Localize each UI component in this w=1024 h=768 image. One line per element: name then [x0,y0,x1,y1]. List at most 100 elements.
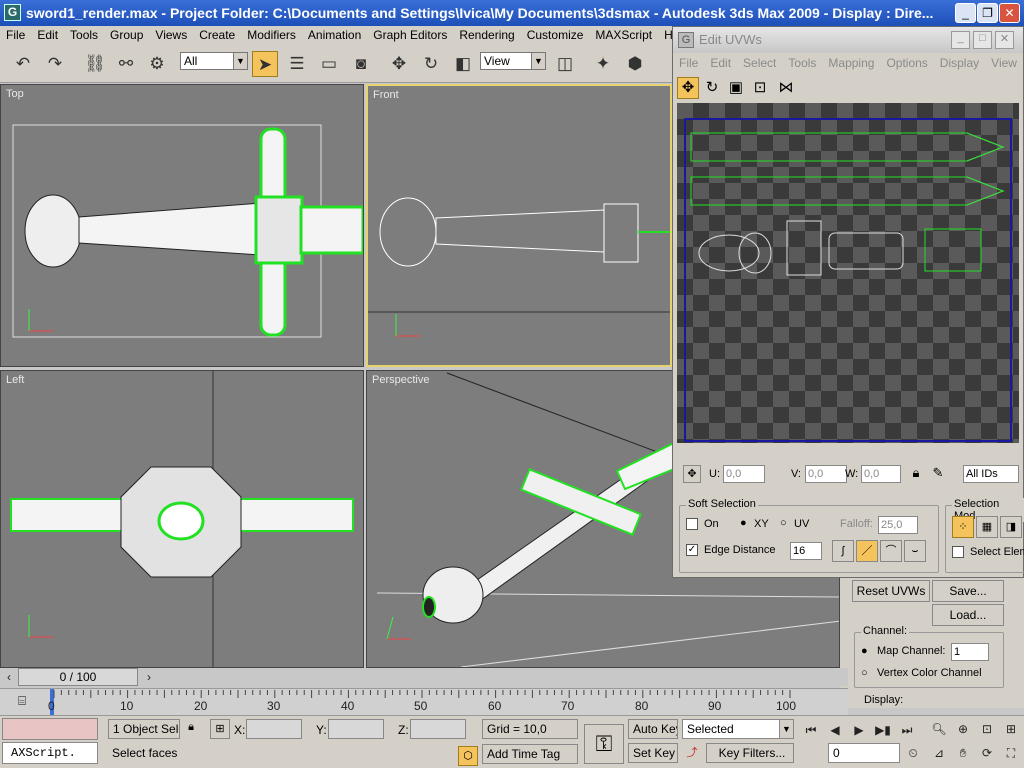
uvw-mirror-icon[interactable]: ⋈ [775,77,797,99]
menu-maxscript[interactable]: MAXScript [589,26,658,42]
selection-lock-icon[interactable]: 🔒︎ [184,721,198,737]
edge-mode-icon[interactable]: ▦ [976,516,998,538]
maximize-viewport-icon[interactable]: ⛶ [1002,744,1020,762]
edge-distance-input[interactable]: 16 [790,542,822,560]
rotate-icon[interactable]: ↻ [418,51,444,77]
select-object-icon[interactable]: ➤ [252,51,278,77]
menu-rendering[interactable]: Rendering [453,26,520,42]
soft-on-checkbox[interactable] [686,518,698,530]
falloff-smooth-icon[interactable]: ∫ [832,540,854,562]
auto-key-button[interactable]: Auto Key [628,719,678,739]
window-crossing-icon[interactable]: ◙ [348,51,374,77]
current-frame-input[interactable]: 0 [828,743,900,763]
pan-icon[interactable]: ✋︎ [954,744,972,762]
viewport-top[interactable]: Top [0,84,364,367]
uv-editor-canvas[interactable] [677,103,1019,443]
track-bar[interactable]: ⌸ 0 10 20 30 40 50 60 70 80 90 100 [0,688,848,715]
set-key-button[interactable]: Set Key [628,743,678,763]
vertex-mode-icon[interactable]: ⁘ [952,516,974,538]
map-channel-input[interactable]: 1 [951,643,989,661]
pivot-center-icon[interactable]: ◫ [552,51,578,77]
key-mode-dropdown[interactable]: Selected ▼ [682,719,794,739]
uvw-rotate-icon[interactable]: ↻ [701,77,723,99]
undo-icon[interactable]: ↶ [10,51,36,77]
time-slider[interactable]: ‹ 0 / 100 › [0,668,848,686]
zoom-extents-all-icon[interactable]: ⊞ [1002,720,1020,738]
face-mode-icon[interactable]: ◨ [1000,516,1022,538]
uvw-move-icon[interactable]: ✥ [677,77,699,99]
menu-create[interactable]: Create [193,26,241,42]
w-input[interactable]: 0,0 [861,465,901,483]
u-input[interactable]: 0,0 [723,465,765,483]
goto-start-icon[interactable]: ⏮ [802,721,820,739]
zoom-icon[interactable]: 🔍︎ [930,720,948,738]
minimize-button[interactable]: _ [955,3,976,23]
zoom-extents-icon[interactable]: ⊡ [978,720,996,738]
cube-icon[interactable]: ⬢ [622,51,648,77]
zoom-all-icon[interactable]: ⊕ [954,720,972,738]
bind-to-space-warp-icon[interactable]: ⚙ [144,51,170,77]
unlink-icon[interactable]: ⚯ [113,51,139,77]
uvw-menu-tools[interactable]: Tools [782,53,822,70]
menu-edit[interactable]: Edit [31,26,64,42]
move-icon[interactable]: ✥ [386,51,412,77]
uvw-scale-icon[interactable]: ▣ [725,77,747,99]
menu-file[interactable]: File [0,26,31,42]
prev-key-icon[interactable]: ◀ [826,721,844,739]
uvw-lock-selected-icon[interactable]: 🔒︎ [907,465,925,483]
close-button[interactable]: ✕ [999,3,1020,23]
edge-distance-checkbox[interactable]: ✓ [686,544,698,556]
reference-coordinate-dropdown[interactable]: View ▼ [480,52,546,70]
falloff-slow-icon[interactable]: ⌒ [880,540,902,562]
add-time-tag-button[interactable]: Add Time Tag [482,744,578,764]
uvw-menu-display[interactable]: Display [934,53,985,70]
uvw-paint-icon[interactable]: ✎ [929,465,947,483]
orbit-icon[interactable]: ⟳ [978,744,996,762]
default-tangent-icon[interactable]: ⤴ [682,743,702,763]
key-filters-button[interactable]: Key Filters... [706,743,794,763]
scale-icon[interactable]: ◧ [450,51,476,77]
next-key-icon[interactable]: ▶▮ [874,721,892,739]
reset-uvws-button[interactable]: Reset UVWs [852,580,930,602]
key-icon[interactable]: ⚿ [584,724,624,764]
falloff-fast-icon[interactable]: ⌣ [904,540,926,562]
menu-graph-editors[interactable]: Graph Editors [367,26,453,42]
select-element-checkbox[interactable] [952,546,964,558]
menu-modifiers[interactable]: Modifiers [241,26,302,42]
menu-views[interactable]: Views [149,26,193,42]
ids-dropdown[interactable]: All IDs [963,465,1019,483]
uvw-lock-icon[interactable]: ✥ [683,465,701,483]
uvw-menu-edit[interactable]: Edit [704,53,737,70]
uvw-maximize-button[interactable]: □ [973,31,992,49]
v-input[interactable]: 0,0 [805,465,847,483]
load-button[interactable]: Load... [932,604,1004,626]
xy-radio[interactable]: ● [740,517,747,529]
falloff-linear-icon[interactable]: ／ [856,540,878,562]
uvw-menu-file[interactable]: File [673,53,704,70]
menu-customize[interactable]: Customize [521,26,590,42]
absolute-mode-icon[interactable]: ⊞ [210,719,230,739]
uvw-menu-mapping[interactable]: Mapping [822,53,880,70]
uvw-minimize-button[interactable]: _ [951,31,970,49]
uv-radio[interactable]: ○ [780,517,787,529]
falloff-input[interactable]: 25,0 [878,516,918,534]
x-coordinate-input[interactable] [246,719,302,739]
map-channel-radio[interactable]: ● [861,645,868,657]
maxscript-listener-top[interactable] [2,718,98,740]
uvw-close-button[interactable]: ✕ [995,31,1014,49]
z-coordinate-input[interactable] [410,719,466,739]
curve-editor-icon[interactable]: ⌸ [12,693,32,711]
snaps-toggle-icon[interactable]: ✦ [590,51,616,77]
rectangular-selection-icon[interactable]: ▭ [316,51,342,77]
menu-animation[interactable]: Animation [302,26,367,42]
prev-frame-icon[interactable]: ‹ [0,668,18,686]
maximize-button[interactable]: ❐ [977,3,998,23]
menu-tools[interactable]: Tools [64,26,104,42]
uvw-freeform-icon[interactable]: ⊡ [749,77,771,99]
select-and-link-icon[interactable]: ⛓ [82,51,108,77]
play-icon[interactable]: ▶ [850,721,868,739]
viewport-left[interactable]: Left [0,370,364,668]
next-frame-icon[interactable]: › [140,668,158,686]
maxscript-listener[interactable]: AXScript. [2,742,98,764]
uvw-menu-view[interactable]: View [985,53,1023,70]
